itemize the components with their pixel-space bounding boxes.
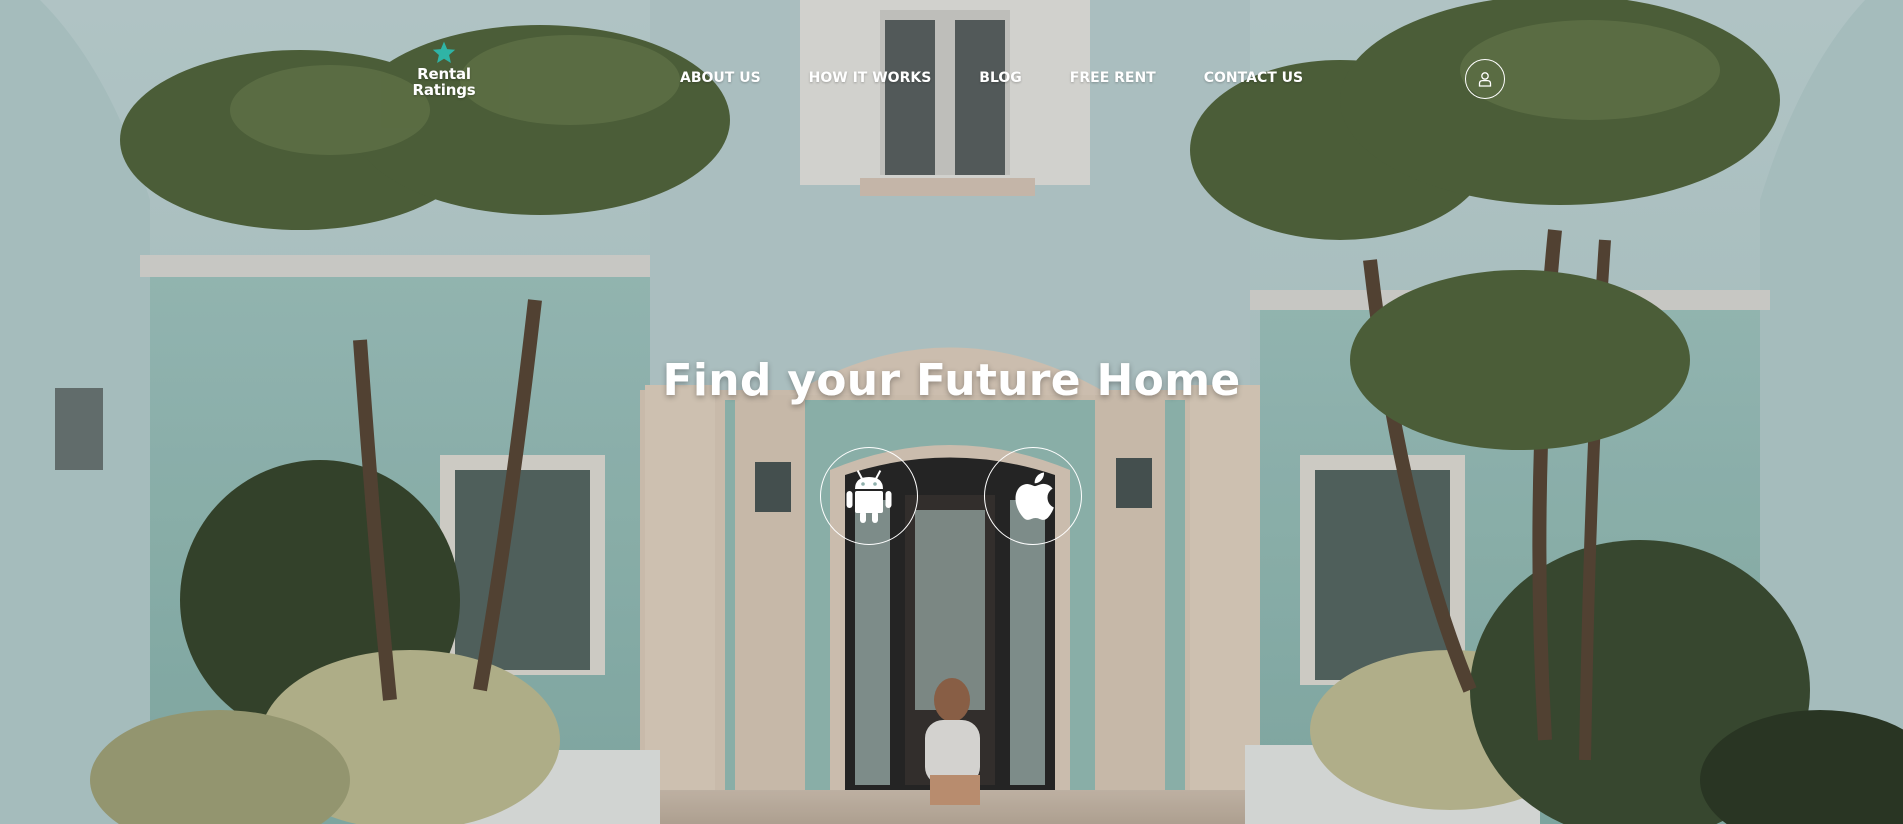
nav-item-about-us[interactable]: ABOUT US xyxy=(680,70,761,90)
star-icon xyxy=(432,41,456,63)
hero-headline: Find your Future Home xyxy=(662,355,1241,406)
android-app-button[interactable] xyxy=(820,447,918,545)
brand-name-line2: Ratings xyxy=(412,81,476,99)
site-header: Rental Ratings ABOUT US HOW IT WORKS BLO… xyxy=(0,0,1903,110)
brand-name-line1: Rental xyxy=(417,65,471,83)
hero-background-image xyxy=(0,0,1903,824)
nav-item-how-it-works[interactable]: HOW IT WORKS xyxy=(809,70,932,90)
user-account-button[interactable] xyxy=(1465,59,1505,99)
main-nav: ABOUT US HOW IT WORKS BLOG FREE RENT CON… xyxy=(680,70,1351,90)
nav-item-blog[interactable]: BLOG xyxy=(979,70,1022,90)
nav-item-contact-us[interactable]: CONTACT US xyxy=(1204,70,1303,90)
apple-icon xyxy=(1015,472,1054,520)
brand-logo[interactable]: Rental Ratings xyxy=(402,40,486,120)
hero-section: Rental Ratings ABOUT US HOW IT WORKS BLO… xyxy=(0,0,1903,824)
apple-app-button[interactable] xyxy=(984,447,1082,545)
user-icon xyxy=(1478,72,1492,87)
android-icon xyxy=(846,470,892,523)
nav-item-free-rent[interactable]: FREE RENT xyxy=(1070,70,1156,90)
